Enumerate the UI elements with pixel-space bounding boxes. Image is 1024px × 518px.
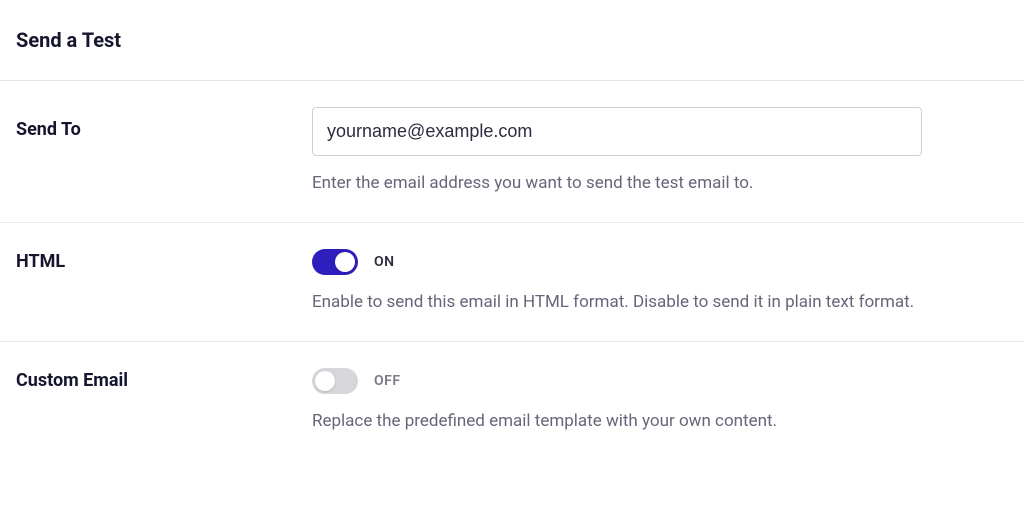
custom-email-label: Custom Email: [16, 368, 312, 391]
send-to-input[interactable]: [312, 107, 922, 156]
row-custom-email: Custom Email OFF Replace the predefined …: [0, 342, 1024, 460]
custom-email-toggle-state: OFF: [374, 373, 401, 389]
send-to-label: Send To: [16, 107, 312, 140]
row-send-to: Send To Enter the email address you want…: [0, 81, 1024, 223]
html-toggle-state: ON: [374, 254, 395, 270]
toggle-knob-icon: [335, 252, 355, 272]
toggle-knob-icon: [315, 371, 335, 391]
custom-email-help: Replace the predefined email template wi…: [312, 410, 1008, 434]
html-label: HTML: [16, 249, 312, 272]
html-help: Enable to send this email in HTML format…: [312, 291, 1008, 315]
row-html: HTML ON Enable to send this email in HTM…: [0, 223, 1024, 342]
section-title: Send a Test: [0, 0, 1024, 81]
send-to-help: Enter the email address you want to send…: [312, 172, 1008, 196]
custom-email-toggle[interactable]: [312, 368, 358, 394]
html-toggle[interactable]: [312, 249, 358, 275]
